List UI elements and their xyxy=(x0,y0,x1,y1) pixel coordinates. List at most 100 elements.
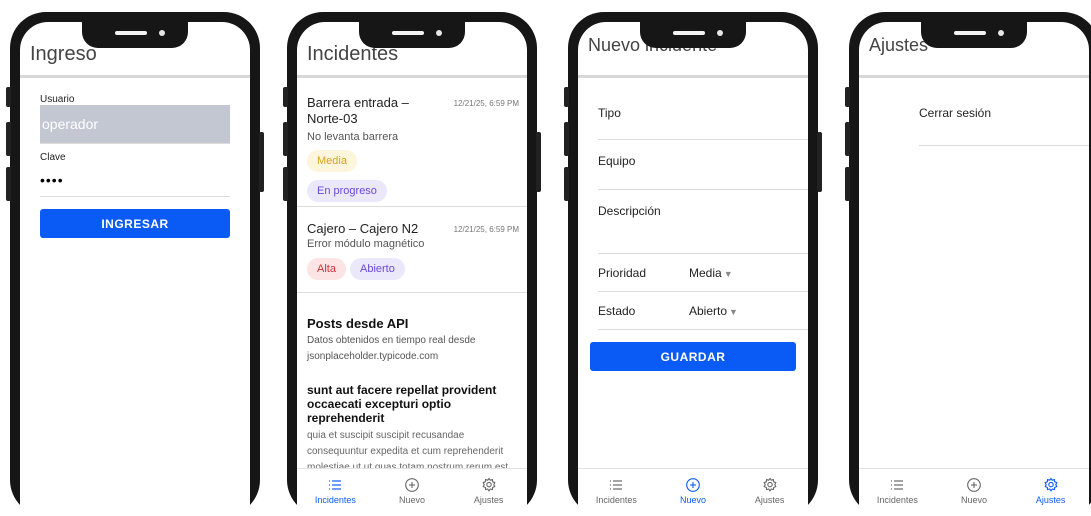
incident-item[interactable]: Barrera entrada – Norte-03 12/21/25, 6:5… xyxy=(297,81,527,207)
side-button xyxy=(283,122,288,156)
notch xyxy=(640,22,746,48)
posts-subtitle: Datos obtenidos en tiempo real desde jso… xyxy=(307,335,476,362)
priority-select[interactable]: Media ▼ xyxy=(689,266,733,280)
status-value: Abierto xyxy=(689,304,728,318)
gear-icon xyxy=(454,477,524,493)
side-button xyxy=(564,167,569,201)
list-icon xyxy=(300,477,370,493)
nav-label: Incidentes xyxy=(876,495,918,505)
add-circle-icon xyxy=(658,477,728,493)
nav-incidents[interactable]: Incidentes xyxy=(862,469,932,505)
submit-wrap: INGRESAR xyxy=(40,209,230,238)
side-button xyxy=(845,87,850,107)
phone-settings: Ajustes Cerrar sesión Incidentes Nuevo A… xyxy=(845,12,1091,516)
bottom-nav: Incidentes Nuevo Ajustes xyxy=(578,468,808,516)
username-input[interactable] xyxy=(42,116,230,132)
phone-new-incident: Nuevo incidente Tipo Equipo Descripción … xyxy=(564,12,822,516)
list-icon xyxy=(862,477,932,493)
phone-login: Ingreso Usuario Clave INGRESAR xyxy=(6,12,264,516)
description-input[interactable]: Descripción xyxy=(598,190,808,254)
side-button xyxy=(259,132,264,192)
add-circle-icon xyxy=(939,477,1009,493)
screen-new-incident: Nuevo incidente Tipo Equipo Descripción … xyxy=(578,22,808,516)
incident-item[interactable]: Cajero – Cajero N2 12/21/25, 6:59 PM Err… xyxy=(297,207,527,293)
pass-label: Clave xyxy=(40,152,66,163)
notch xyxy=(359,22,465,48)
nav-settings[interactable]: Ajustes xyxy=(735,469,805,505)
password-input[interactable] xyxy=(40,171,230,188)
side-button xyxy=(283,167,288,201)
screen-login: Ingreso Usuario Clave INGRESAR xyxy=(20,22,250,516)
incident-time: 12/21/25, 6:59 PM xyxy=(453,225,519,234)
nav-label: Nuevo xyxy=(679,495,706,505)
add-circle-icon xyxy=(377,477,447,493)
nav-label: Incidentes xyxy=(595,495,637,505)
user-label: Usuario xyxy=(40,94,75,105)
gear-icon xyxy=(1016,477,1086,493)
nav-label: Nuevo xyxy=(960,495,987,505)
nav-settings[interactable]: Ajustes xyxy=(1016,469,1086,505)
side-button xyxy=(564,122,569,156)
logout-item[interactable]: Cerrar sesión xyxy=(919,106,1089,146)
incident-time: 12/21/25, 6:59 PM xyxy=(453,99,519,108)
nav-incidents[interactable]: Incidentes xyxy=(581,469,651,505)
incident-description: Error módulo magnético xyxy=(307,238,425,250)
nav-new[interactable]: Nuevo xyxy=(377,469,447,505)
login-form: Usuario Clave INGRESAR xyxy=(40,82,230,238)
side-button xyxy=(845,167,850,201)
priority-badge: Alta xyxy=(307,258,346,280)
save-wrap: GUARDAR xyxy=(590,342,796,371)
status-badge: Abierto xyxy=(350,258,405,280)
status-select[interactable]: Abierto ▼ xyxy=(689,304,738,318)
notch xyxy=(82,22,188,48)
notch xyxy=(921,22,1027,48)
type-label: Tipo xyxy=(598,106,621,120)
side-button xyxy=(283,87,288,107)
post-title: sunt aut facere repellat provident occae… xyxy=(307,383,497,425)
caret-down-icon: ▼ xyxy=(723,269,733,279)
bottom-nav: Incidentes Nuevo Ajustes xyxy=(859,468,1089,516)
nav-new[interactable]: Nuevo xyxy=(658,469,728,505)
status-label: Estado xyxy=(598,304,636,318)
side-button xyxy=(6,87,11,107)
status-row: Estado Abierto ▼ xyxy=(598,292,808,330)
bottom-nav: Incidentes Nuevo Ajustes xyxy=(297,468,527,516)
description-label: Descripción xyxy=(598,204,661,218)
screen-incidents: Incidentes Barrera entrada – Norte-03 12… xyxy=(297,22,527,516)
nav-label: Incidentes xyxy=(314,495,356,505)
list-icon xyxy=(581,477,651,493)
save-button[interactable]: GUARDAR xyxy=(590,342,796,371)
nav-settings[interactable]: Ajustes xyxy=(454,469,524,505)
nav-label: Ajustes xyxy=(473,495,504,505)
login-button[interactable]: INGRESAR xyxy=(40,209,230,238)
pass-field-wrap xyxy=(40,163,230,197)
phone-incidents: Incidentes Barrera entrada – Norte-03 12… xyxy=(283,12,541,516)
gear-icon xyxy=(735,477,805,493)
equipment-input[interactable]: Equipo xyxy=(598,140,808,190)
priority-row: Prioridad Media ▼ xyxy=(598,254,808,292)
side-button xyxy=(6,122,11,156)
posts-heading: Posts desde API xyxy=(307,316,409,331)
incident-description: No levanta barrera xyxy=(307,131,399,143)
priority-value: Media xyxy=(689,266,722,280)
nav-label: Ajustes xyxy=(1035,495,1066,505)
side-button xyxy=(845,122,850,156)
priority-badge: Media xyxy=(307,150,357,172)
side-button xyxy=(817,132,822,192)
priority-label: Prioridad xyxy=(598,266,647,280)
nav-new[interactable]: Nuevo xyxy=(939,469,1009,505)
page-title: Ajustes xyxy=(869,35,929,55)
page-title: Ingreso xyxy=(30,43,97,65)
logout-label: Cerrar sesión xyxy=(919,106,992,120)
user-field-wrap xyxy=(40,105,230,143)
nav-label: Ajustes xyxy=(754,495,785,505)
type-input[interactable]: Tipo xyxy=(598,82,808,140)
divider xyxy=(40,143,230,144)
screen-settings: Ajustes Cerrar sesión Incidentes Nuevo A… xyxy=(859,22,1089,516)
nav-label: Nuevo xyxy=(398,495,425,505)
side-button xyxy=(6,167,11,201)
nav-incidents[interactable]: Incidentes xyxy=(300,469,370,505)
equipment-label: Equipo xyxy=(598,154,636,168)
side-button xyxy=(536,132,541,192)
side-button xyxy=(564,87,569,107)
